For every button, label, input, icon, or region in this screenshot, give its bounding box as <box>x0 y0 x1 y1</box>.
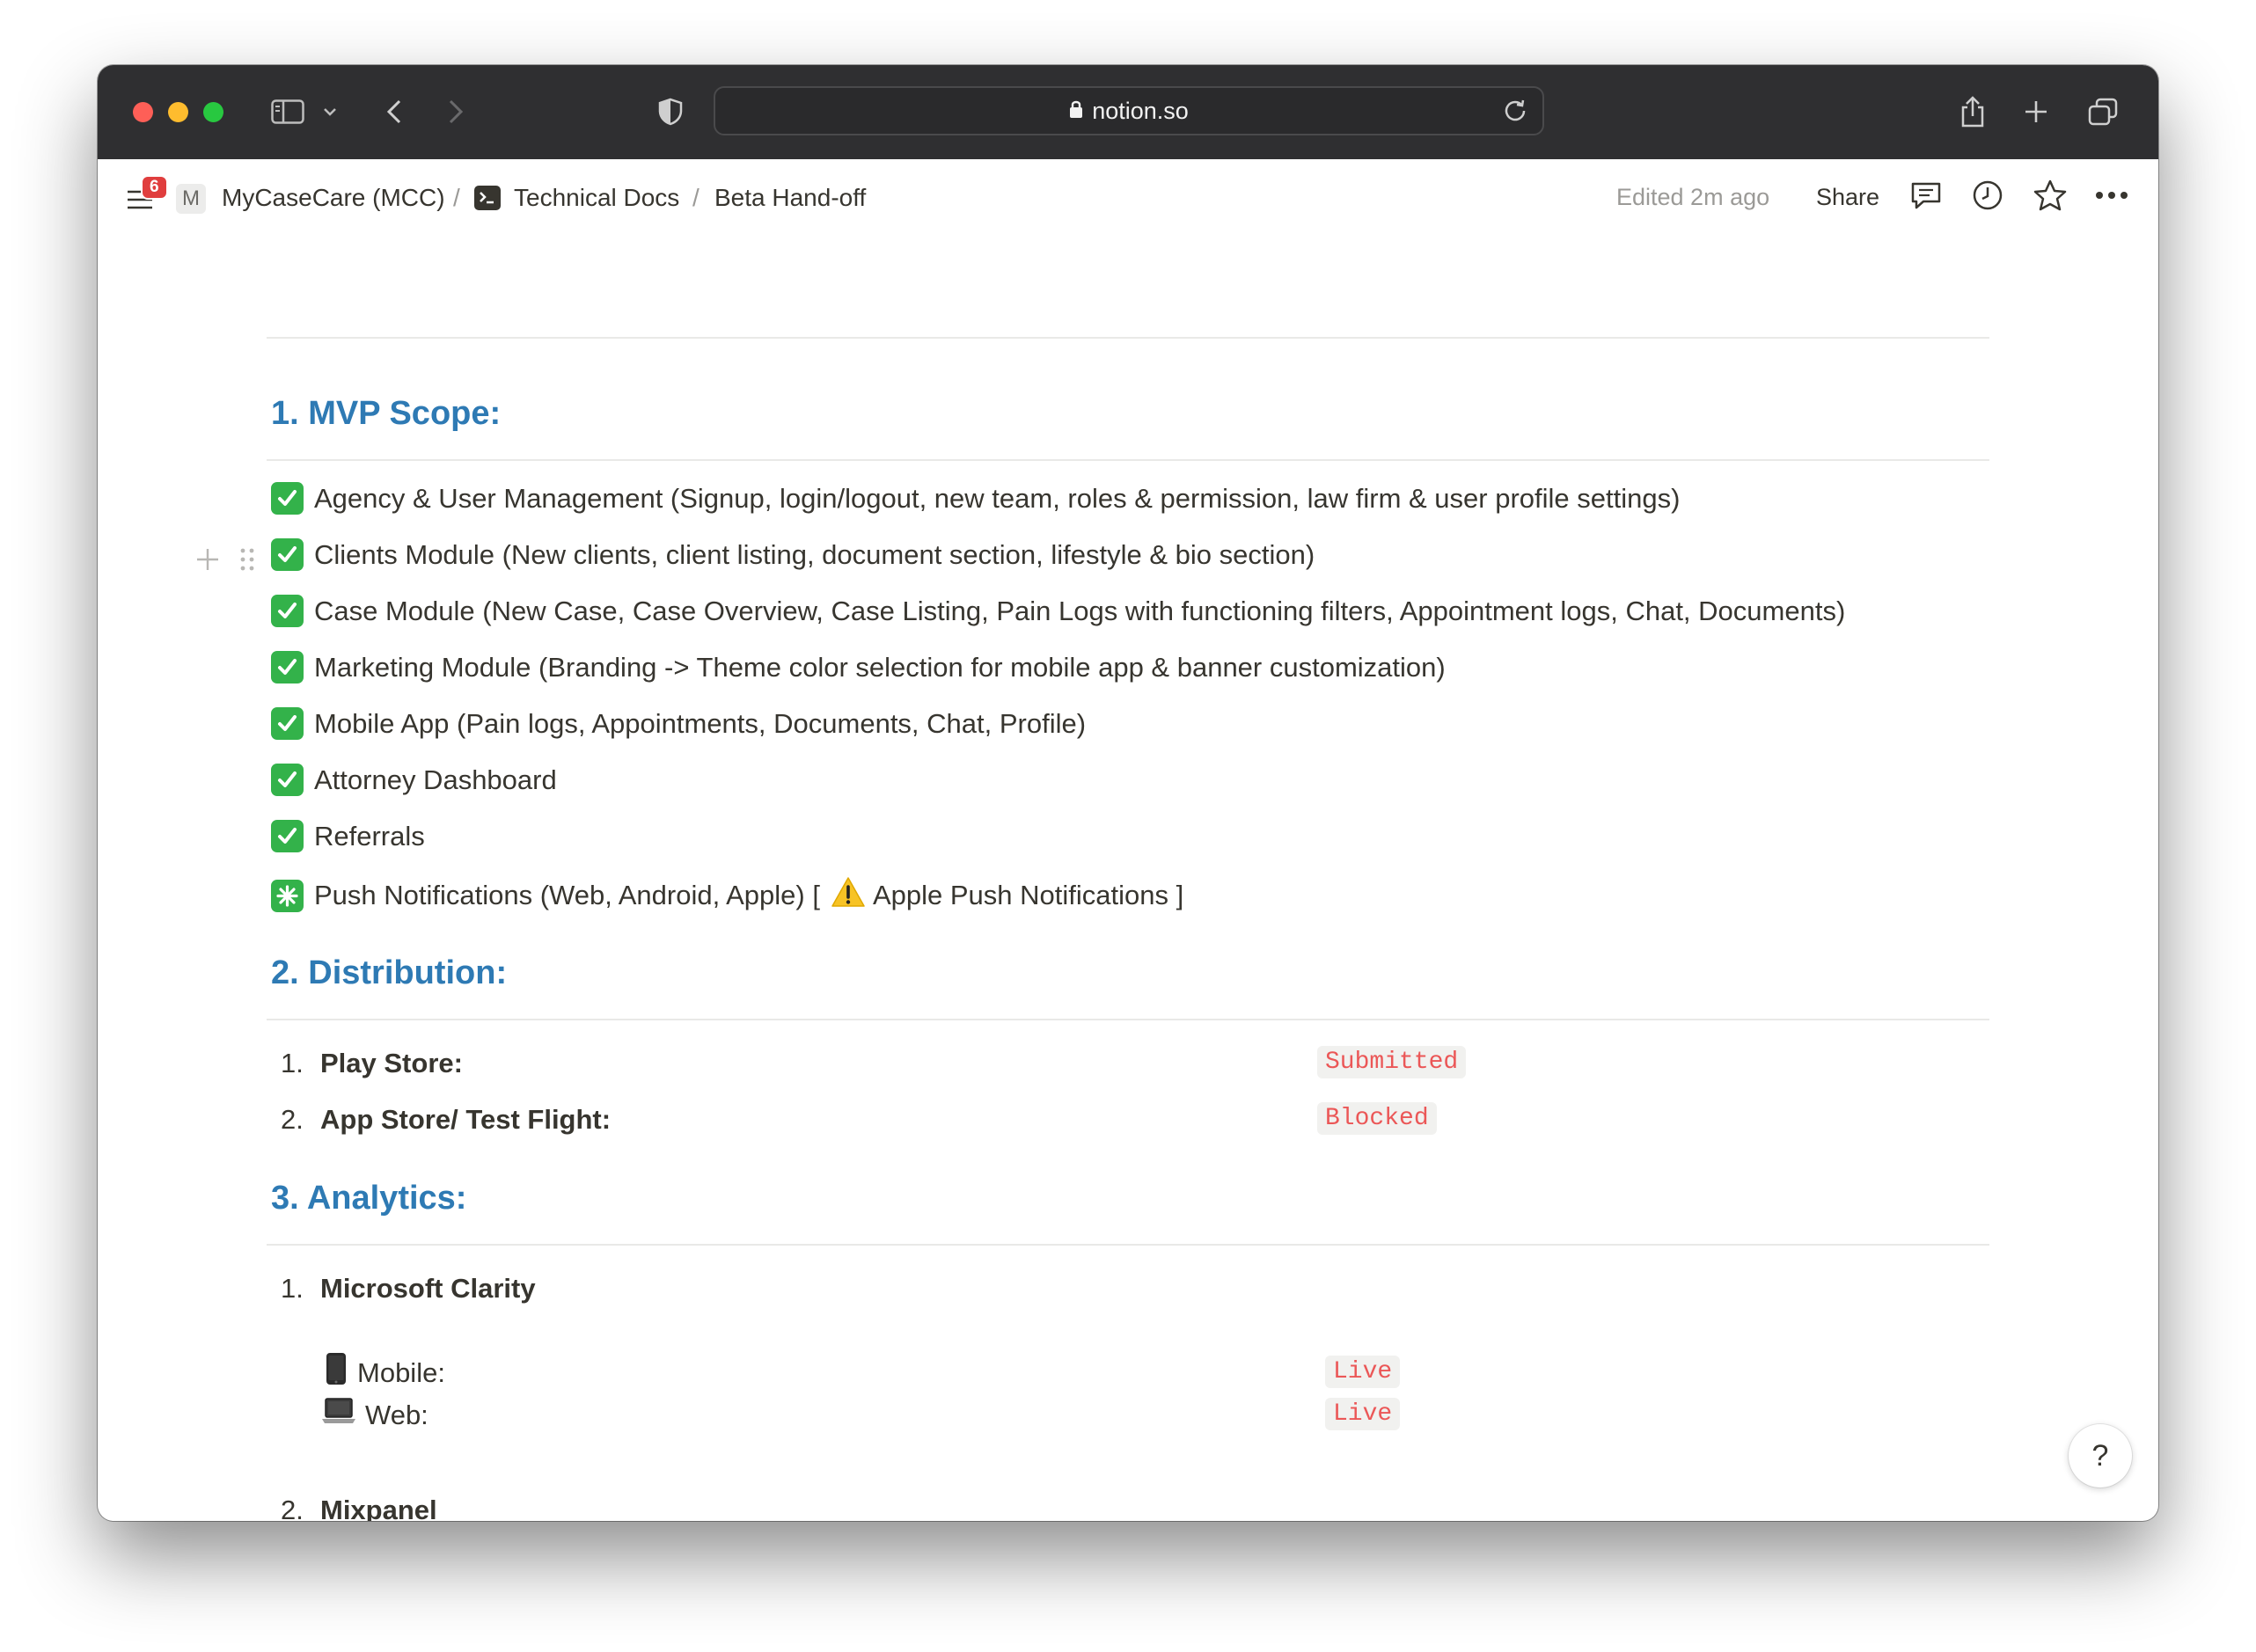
terminal-icon <box>474 186 501 210</box>
star-icon[interactable] <box>2033 179 2068 216</box>
reload-icon[interactable] <box>1502 97 1528 129</box>
divider <box>267 459 1989 461</box>
help-button[interactable]: ? <box>2069 1424 2132 1488</box>
list-number: 1. <box>281 1048 304 1078</box>
forward-arrow-icon[interactable] <box>443 91 469 132</box>
notion-topbar: 6 M MyCaseCare (MCC) / Technical Docs / … <box>98 159 2158 237</box>
zoom-window-button[interactable] <box>203 102 223 122</box>
status-badge: Live <box>1325 1356 1401 1388</box>
check-mark-icon <box>271 707 304 740</box>
laptop-icon <box>321 1397 356 1429</box>
breadcrumb-current-page[interactable]: Beta Hand-off <box>714 184 866 212</box>
status-badge: Submitted <box>1317 1046 1467 1078</box>
distribution-label: App Store/ Test Flight: <box>320 1104 612 1135</box>
shield-icon[interactable] <box>656 91 685 132</box>
analytics-platform-label: Web: <box>365 1400 428 1430</box>
share-browser-icon[interactable] <box>1957 91 1989 132</box>
divider <box>267 1244 1989 1246</box>
status-badge: Blocked <box>1317 1102 1437 1135</box>
check-mark-icon <box>271 764 304 796</box>
chevron-down-icon[interactable] <box>319 91 341 132</box>
asterisk-icon <box>271 879 304 912</box>
divider <box>267 1019 1989 1020</box>
back-arrow-icon[interactable] <box>381 91 407 132</box>
list-item-text: Referrals <box>314 820 425 852</box>
address-bar[interactable]: notion.so <box>714 86 1544 135</box>
analytics-platform-label: Mobile: <box>357 1357 445 1388</box>
drag-handle-icon[interactable] <box>239 546 255 577</box>
list-item-text: Apple Push Notifications ] <box>872 880 1184 910</box>
check-mark-icon <box>271 820 304 852</box>
add-block-icon[interactable] <box>194 546 221 577</box>
list-item: Marketing Module (Branding -> Theme colo… <box>271 651 1446 683</box>
list-item: Mobile App (Pain logs, Appointments, Doc… <box>271 707 1086 740</box>
list-number: 2. <box>281 1104 304 1135</box>
new-tab-icon[interactable] <box>2021 91 2051 132</box>
list-item: Referrals <box>271 820 425 852</box>
divider <box>267 337 1989 339</box>
heading-distribution: 2. Distribution: <box>271 954 508 991</box>
list-item: Agency & User Management (Signup, login/… <box>271 482 1680 515</box>
notification-badge: 6 <box>141 175 168 200</box>
url-text: notion.so <box>1092 97 1189 124</box>
list-item-text: Push Notifications (Web, Android, Apple)… <box>314 880 820 910</box>
list-item: Push Notifications (Web, Android, Apple)… <box>271 876 1183 915</box>
list-item: Case Module (New Case, Case Overview, Ca… <box>271 595 1845 627</box>
browser-window: notion.so 6 M MyCaseCare (MCC) / Technic… <box>98 65 2158 1521</box>
tab-overview-icon[interactable] <box>2086 91 2120 132</box>
lock-icon <box>1069 98 1083 125</box>
list-item-text: Mobile App (Pain logs, Appointments, Doc… <box>314 707 1087 739</box>
list-number: 1. <box>281 1273 304 1304</box>
check-mark-icon <box>271 482 304 515</box>
breadcrumb-separator: / <box>692 184 700 211</box>
status-badge: Live <box>1325 1398 1401 1430</box>
breadcrumb-separator: / <box>453 184 460 211</box>
workspace-icon[interactable]: M <box>176 184 206 214</box>
list-item: Attorney Dashboard <box>271 764 557 796</box>
list-item-text: Attorney Dashboard <box>314 764 557 795</box>
breadcrumb-workspace[interactable]: MyCaseCare (MCC) <box>222 184 445 212</box>
list-item-text: Marketing Module (Branding -> Theme colo… <box>314 651 1446 683</box>
heading-analytics: 3. Analytics: <box>271 1180 467 1217</box>
heading-mvp-scope: 1. MVP Scope: <box>271 395 502 432</box>
list-item-text: Case Module (New Case, Case Overview, Ca… <box>314 595 1846 626</box>
minimize-window-button[interactable] <box>168 102 188 122</box>
list-item-text: Agency & User Management (Signup, login/… <box>314 482 1681 514</box>
comment-icon[interactable] <box>1909 179 1943 216</box>
share-button[interactable]: Share <box>1816 184 1879 211</box>
close-window-button[interactable] <box>133 102 153 122</box>
warning-icon <box>831 876 866 915</box>
help-label: ? <box>2091 1438 2109 1473</box>
analytics-label: Microsoft Clarity <box>320 1273 536 1304</box>
check-mark-icon <box>271 538 304 571</box>
menu-button[interactable]: 6 <box>126 175 168 217</box>
analytics-label: Mixpanel <box>320 1495 437 1521</box>
edited-timestamp: Edited 2m ago <box>1616 184 1770 210</box>
breadcrumb-technical-docs[interactable]: Technical Docs <box>514 184 679 212</box>
list-number: 2. <box>281 1495 304 1521</box>
list-item: Clients Module (New clients, client list… <box>271 538 1315 571</box>
more-options-icon[interactable] <box>2094 189 2129 205</box>
mobile-phone-icon <box>326 1352 347 1390</box>
list-item-text: Clients Module (New clients, client list… <box>314 538 1315 570</box>
sidebar-toggle-icon[interactable] <box>268 91 307 132</box>
page-content: 1. MVP Scope: Agency & User Management (… <box>98 237 2158 1521</box>
clock-icon[interactable] <box>1971 179 2004 216</box>
distribution-label: Play Store: <box>320 1048 463 1078</box>
browser-toolbar: notion.so <box>98 65 2158 159</box>
workspace-initial: M <box>182 186 200 210</box>
check-mark-icon <box>271 651 304 683</box>
check-mark-icon <box>271 595 304 627</box>
